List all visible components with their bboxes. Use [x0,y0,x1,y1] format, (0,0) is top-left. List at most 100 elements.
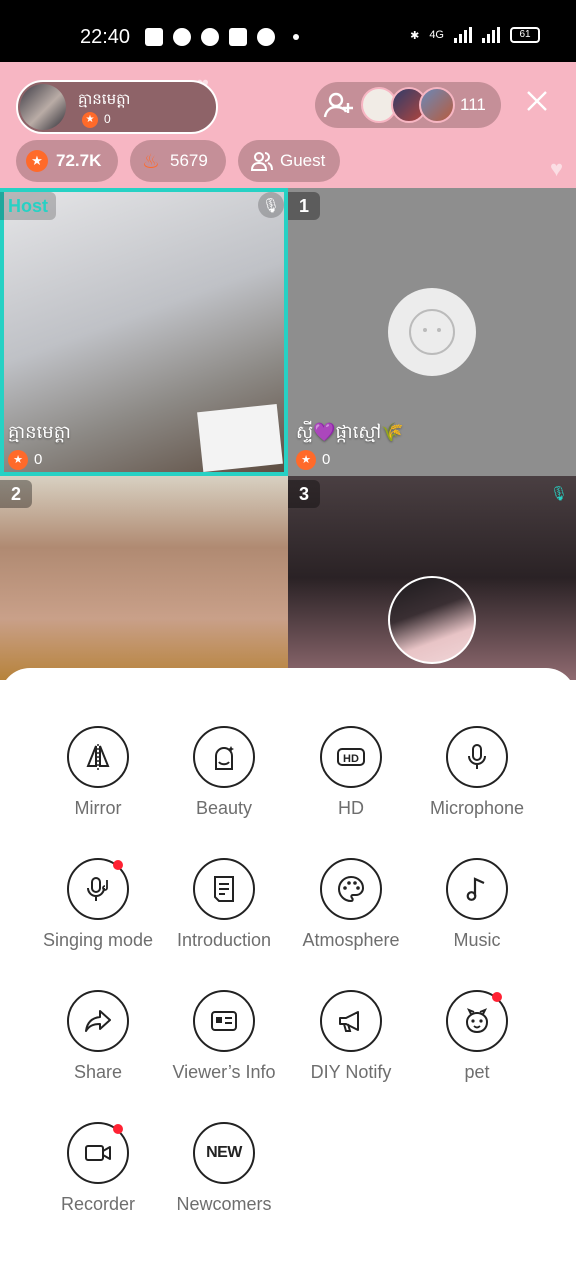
host-tag: Host [0,192,56,220]
stars-value: 72.7K [56,151,102,170]
video-grid: Host 🎙 គ្មានមេត្តា ★ 0 1 ស្ទី💜ផ្កាស្មៅ🌾 … [0,188,576,680]
star-icon: ★ [82,112,98,128]
viewers-pill[interactable]: 111 [315,82,501,128]
seat-2[interactable]: 2 [0,476,288,680]
id-card-icon [193,990,255,1052]
signal2-icon [482,27,500,43]
stars-stat[interactable]: ★ 72.7K [16,140,118,182]
mascot-icon [409,309,455,355]
introduction-button[interactable]: Introduction [154,858,294,951]
newcomers-button[interactable]: NEW Newcomers [154,1122,294,1215]
heart-decoration-icon: ♥ [550,156,564,181]
beauty-icon [193,726,255,788]
notification-icons [145,28,299,46]
facebook-icon [257,28,275,46]
svg-text:HD: HD [343,753,359,765]
host-seat[interactable]: Host 🎙 គ្មានមេត្តា ★ 0 [0,188,288,476]
guest-label: Guest [280,151,326,170]
options-sheet: Mirror Beauty HD HD Microphone Singing m… [0,668,576,1280]
guests-icon [250,152,273,171]
option-label: Share [73,1062,123,1082]
seat-number: 2 [0,480,32,508]
add-user-icon[interactable] [323,89,355,121]
host-profile-pill[interactable]: គ្មានមេត្តា ★ 0 [16,80,218,134]
pet-button[interactable]: pet [407,990,547,1083]
close-icon[interactable] [522,86,552,116]
option-label: DIY Notify [310,1062,392,1082]
star-icon: ★ [26,150,48,172]
option-label: Singing mode [42,930,154,950]
seat-avatar [388,576,476,664]
host-score: 0 [104,112,111,126]
viewer-avatar[interactable] [419,87,455,123]
option-label: Music [453,930,501,950]
seat-3[interactable]: 3 🎙 [288,476,576,680]
mic-active-icon: 🎙 [550,485,568,501]
hd-icon: HD [320,726,382,788]
music-button[interactable]: Music [407,858,547,951]
notification-dot [113,860,123,870]
fire-stat[interactable]: ♨ 5679 [130,140,226,182]
seat-name: ស្ទី💜ផ្កាស្មៅ🌾 [296,422,404,442]
microphone-button[interactable]: Microphone [407,726,547,819]
viewers-info-button[interactable]: Viewer’s Info [154,990,294,1083]
music-note-icon [446,858,508,920]
seat-number: 3 [288,480,320,508]
recorder-button[interactable]: Recorder [28,1122,168,1215]
option-label: Newcomers [176,1194,272,1214]
fire-value: 5679 [170,151,208,170]
mirror-icon [67,726,129,788]
seat-score: 0 [322,451,331,468]
status-time: 22:40 [80,26,131,48]
viewer-count: 111 [460,95,486,114]
beauty-button[interactable]: Beauty [154,726,294,819]
mic-muted-icon: 🎙 [258,192,284,218]
option-label: Microphone [429,798,525,818]
more-dot-icon [293,34,299,40]
seat-avatar-placeholder [388,288,476,376]
app-icon [229,28,247,46]
megaphone-icon [320,990,382,1052]
host-name: គ្មានមេត្តា [78,91,131,108]
option-label: Atmosphere [302,930,400,950]
seat-name: គ្មានមេត្តា [8,422,71,442]
option-label: HD [338,798,364,818]
messenger-icon [201,28,219,46]
seat-number: 1 [288,192,320,220]
atmosphere-button[interactable]: Atmosphere [281,858,421,951]
option-label: Introduction [176,930,272,950]
network-type: 4G [429,29,444,41]
diy-notify-button[interactable]: DIY Notify [281,990,421,1083]
news-icon [145,28,163,46]
live-header: ♥ ♥ គ្មានមេត្តា ★ 0 111 ★ 72.7K ♨ 5679 [0,62,576,188]
singing-mode-button[interactable]: Singing mode [28,858,168,951]
notification-dot [492,992,502,1002]
seat-score: 0 [34,451,43,468]
status-bar: 22:40 ✱ 4G 61 [0,0,576,62]
option-label: Recorder [60,1194,136,1214]
option-label: pet [464,1062,490,1082]
video-camera-icon [67,1122,129,1184]
fire-icon: ♨ [142,150,160,173]
seat-1[interactable]: 1 ស្ទី💜ផ្កាស្មៅ🌾 ★ 0 [288,188,576,476]
document-icon [193,858,255,920]
hd-button[interactable]: HD HD [281,726,421,819]
system-icons: ✱ 4G 61 [410,27,540,43]
host-avatar[interactable] [20,84,66,130]
share-button[interactable]: Share [28,990,168,1083]
palette-icon [320,858,382,920]
bluetooth-icon: ✱ [410,29,420,42]
star-icon: ★ [8,450,28,470]
telegram-icon [173,28,191,46]
singing-mic-icon [67,858,129,920]
option-label: Mirror [74,798,122,818]
close-button[interactable] [522,86,552,116]
share-arrow-icon [67,990,129,1052]
battery-icon: 61 [510,27,540,43]
mirror-button[interactable]: Mirror [28,726,168,819]
notification-dot [113,1124,123,1134]
new-badge-icon: NEW [193,1122,255,1184]
new-badge-text: NEW [206,1144,242,1161]
option-label: Viewer’s Info [172,1062,276,1082]
guest-button[interactable]: Guest [238,140,340,182]
